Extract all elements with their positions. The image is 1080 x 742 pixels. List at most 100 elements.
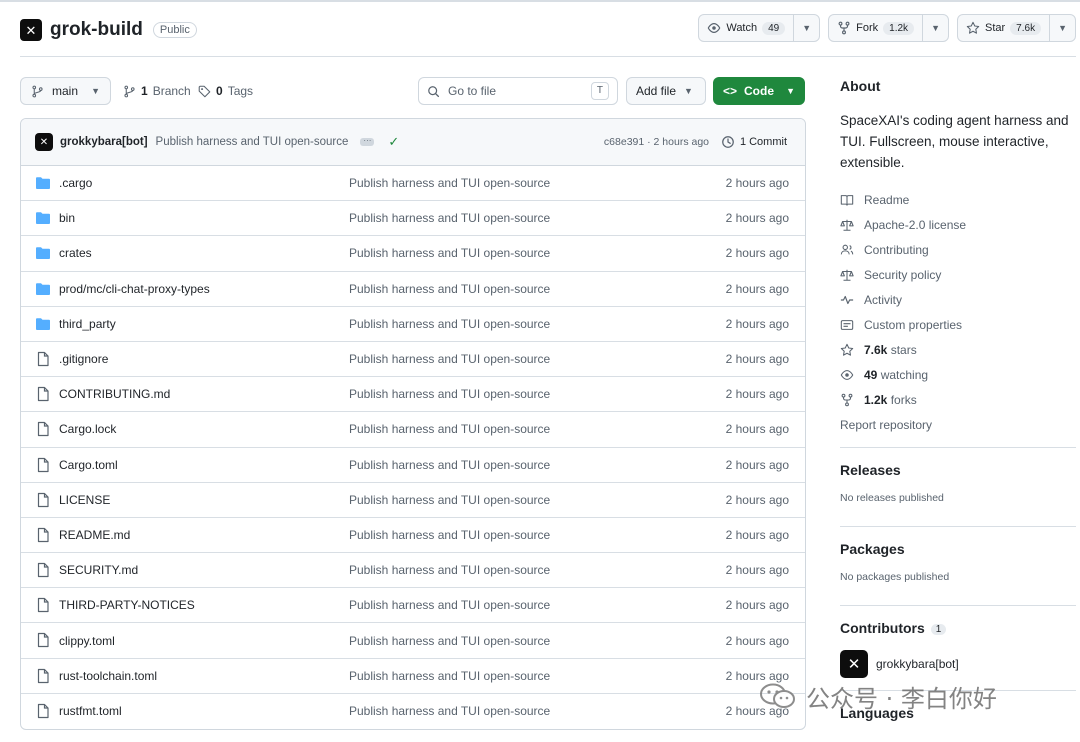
watch-button[interactable]: Watch 49 ▼ (698, 14, 821, 42)
file-commit-message[interactable]: Publish harness and TUI open-source (349, 246, 550, 260)
file-row[interactable]: third_party Publish harness and TUI open-… (21, 307, 805, 342)
activity-link[interactable]: Activity (840, 287, 1076, 312)
file-name[interactable]: rustfmt.toml (59, 704, 122, 718)
file-row[interactable]: Cargo.lock Publish harness and TUI open-s… (21, 412, 805, 448)
file-row[interactable]: crates Publish harness and TUI open-sourc… (21, 236, 805, 272)
chevron-down-icon[interactable]: ▼ (793, 15, 819, 41)
file-commit-message[interactable]: Publish harness and TUI open-source (349, 458, 550, 472)
branches-link[interactable]: 1 Branch (123, 77, 191, 105)
star-main[interactable]: Star 7.6k (958, 15, 1049, 41)
file-name[interactable]: Cargo.lock (59, 422, 116, 436)
security-policy-link[interactable]: Security policy (840, 262, 1076, 287)
repo-name[interactable]: grok-build (50, 19, 143, 41)
contributors-heading[interactable]: Contributors 1 (840, 620, 1076, 636)
wechat-icon (760, 683, 795, 708)
expand-commit-button[interactable]: ··· (360, 137, 375, 146)
file-name[interactable]: Cargo.toml (59, 458, 118, 472)
folder-icon (36, 282, 50, 295)
file-commit-message[interactable]: Publish harness and TUI open-source (349, 317, 550, 331)
file-name[interactable]: bin (59, 211, 75, 225)
file-row[interactable]: bin Publish harness and TUI open-source 2 … (21, 201, 805, 237)
file-commit-message[interactable]: Publish harness and TUI open-source (349, 528, 550, 542)
fork-main[interactable]: Fork 1.2k (829, 15, 922, 41)
chevron-down-icon[interactable]: ▼ (922, 15, 948, 41)
file-commit-message[interactable]: Publish harness and TUI open-source (349, 634, 550, 648)
file-commit-message[interactable]: Publish harness and TUI open-source (349, 352, 550, 366)
about-heading: About (840, 78, 881, 94)
check-icon[interactable]: ✓ (388, 134, 399, 150)
file-commit-message[interactable]: Publish harness and TUI open-source (349, 669, 550, 683)
file-row[interactable]: SECURITY.md Publish harness and TUI open-… (21, 553, 805, 589)
file-name[interactable]: rust-toolchain.toml (59, 669, 157, 683)
file-row[interactable]: prod/mc/cli-chat-proxy-types Publish harn… (21, 272, 805, 307)
file-name[interactable]: CONTRIBUTING.md (59, 387, 170, 401)
file-name[interactable]: .gitignore (59, 352, 108, 366)
releases-heading[interactable]: Releases (840, 462, 1076, 478)
file-row[interactable]: CONTRIBUTING.md Publish harness and TUI o… (21, 377, 805, 413)
bot-avatar[interactable]: ✕ (840, 650, 868, 678)
file-commit-message[interactable]: Publish harness and TUI open-source (349, 422, 550, 436)
fork-button[interactable]: Fork 1.2k ▼ (828, 14, 949, 42)
bot-avatar[interactable]: ✕ (35, 133, 53, 151)
branch-selector[interactable]: main ▼ (20, 77, 111, 105)
file-name[interactable]: third_party (59, 317, 116, 331)
code-button[interactable]: <> Code ▼ (713, 77, 805, 105)
file-name[interactable]: README.md (59, 528, 130, 542)
search-icon (428, 85, 440, 97)
file-row[interactable]: THIRD-PARTY-NOTICES Publish harness and T… (21, 588, 805, 624)
file-commit-message[interactable]: Publish harness and TUI open-source (349, 211, 550, 225)
file-row[interactable]: rust-toolchain.toml Publish harness and T… (21, 659, 805, 694)
license-link[interactable]: Apache-2.0 license (840, 212, 1076, 237)
file-name[interactable]: SECURITY.md (59, 563, 138, 577)
file-commit-message[interactable]: Publish harness and TUI open-source (349, 387, 550, 401)
stars-link[interactable]: 7.6k stars (840, 337, 1076, 362)
contributor-item[interactable]: ✕ grokkybara[bot] (840, 650, 1076, 678)
tags-link[interactable]: 0 Tags (198, 77, 253, 105)
file-commit-message[interactable]: Publish harness and TUI open-source (349, 704, 550, 718)
file-row[interactable]: .gitignore Publish harness and TUI open-s… (21, 342, 805, 378)
watching-link[interactable]: 49 watching (840, 362, 1076, 387)
file-row[interactable]: .cargo Publish harness and TUI open-sourc… (21, 166, 805, 202)
file-commit-message[interactable]: Publish harness and TUI open-source (349, 493, 550, 507)
file-updated-time: 2 hours ago (725, 316, 789, 331)
commit-hash-time[interactable]: c68e391 · 2 hours ago (604, 136, 709, 148)
file-commit-message[interactable]: Publish harness and TUI open-source (349, 282, 550, 296)
custom-properties-link[interactable]: Custom properties (840, 312, 1076, 337)
file-row[interactable]: clippy.toml Publish harness and TUI open-… (21, 623, 805, 659)
file-name[interactable]: crates (59, 246, 92, 260)
x-logo-icon: ✕ (20, 19, 42, 41)
file-name[interactable]: .cargo (59, 176, 92, 190)
file-commit-message[interactable]: Publish harness and TUI open-source (349, 598, 550, 612)
chevron-down-icon[interactable]: ▼ (1049, 15, 1075, 41)
file-row[interactable]: README.md Publish harness and TUI open-so… (21, 518, 805, 554)
go-to-file-input[interactable]: Go to file T (418, 77, 618, 105)
watermark-text: 公众号 · 李白你好 (806, 684, 997, 713)
file-name[interactable]: THIRD-PARTY-NOTICES (59, 598, 195, 612)
packages-heading[interactable]: Packages (840, 541, 1076, 557)
commits-link[interactable]: 1 Commit (721, 135, 787, 149)
file-updated-time: 2 hours ago (725, 457, 789, 472)
keyboard-shortcut-hint: T (590, 82, 609, 100)
file-commit-message[interactable]: Publish harness and TUI open-source (349, 563, 550, 577)
report-repository-link[interactable]: Report repository (840, 412, 1076, 437)
file-row[interactable]: LICENSE Publish harness and TUI open-sour… (21, 483, 805, 518)
commit-message[interactable]: Publish harness and TUI open-source (156, 136, 349, 148)
readme-link[interactable]: Readme (840, 187, 1076, 212)
branch-icon (124, 85, 135, 97)
star-button[interactable]: Star 7.6k ▼ (956, 14, 1076, 42)
forks-link[interactable]: 1.2k forks (840, 387, 1076, 412)
file-name[interactable]: clippy.toml (59, 634, 115, 648)
add-file-button[interactable]: Add file ▼ (626, 77, 706, 105)
contributing-link[interactable]: Contributing (840, 237, 1076, 262)
file-toolbar: main ▼ 1 Branch 0 Tags Go to file T Add … (20, 77, 806, 105)
watch-main[interactable]: Watch 49 (699, 15, 793, 41)
file-icon (37, 562, 49, 578)
file-commit-message[interactable]: Publish harness and TUI open-source (349, 176, 550, 190)
file-row[interactable]: Cargo.toml Publish harness and TUI open-s… (21, 448, 805, 483)
contributor-name[interactable]: grokkybara[bot] (876, 657, 959, 671)
commit-author[interactable]: grokkybara[bot] (60, 136, 148, 148)
stars-count: 7.6k (864, 342, 888, 357)
file-name[interactable]: prod/mc/cli-chat-proxy-types (59, 282, 210, 296)
file-row[interactable]: rustfmt.toml Publish harness and TUI open… (21, 694, 805, 729)
file-name[interactable]: LICENSE (59, 493, 110, 507)
